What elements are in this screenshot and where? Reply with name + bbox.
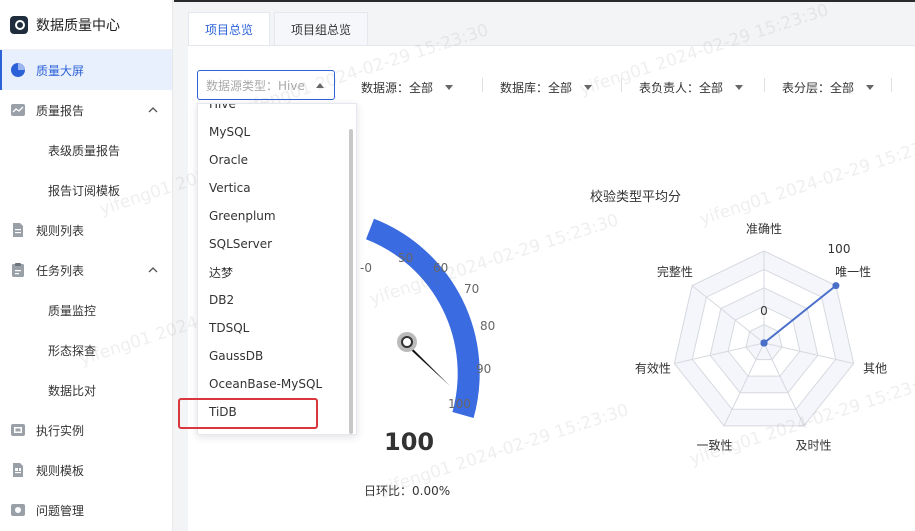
dropdown-option[interactable]: GaussDB — [198, 342, 356, 370]
radar-axis-label: 准确性 — [746, 222, 782, 236]
dropdown-option[interactable]: Vertica — [198, 174, 356, 202]
radar-chart: 准确性唯一性其他及时性 一致性 有效性 完整性 0 100 — [635, 222, 887, 453]
sidebar-item-quality-monitor[interactable]: 质量监控 — [0, 290, 172, 330]
caret-down-icon — [445, 85, 454, 90]
datasource-type-value: 数据源类型：Hive — [206, 78, 305, 93]
gauge-hub — [401, 336, 413, 348]
sidebar-item-label: 质量监控 — [48, 303, 97, 318]
filter-divider — [621, 78, 622, 92]
sidebar-item-label: 执行实例 — [36, 423, 85, 438]
gauge-tick-label: 50 — [398, 251, 413, 265]
chevron-up-icon — [148, 264, 158, 278]
document-icon — [10, 222, 26, 238]
report-icon — [10, 102, 26, 118]
gauge-value: 100 — [384, 428, 435, 456]
dropdown-option[interactable]: TDSQL — [198, 314, 356, 342]
gauge-tick-label: 80 — [480, 319, 495, 333]
radar-axis-label: 一致性 — [697, 439, 733, 453]
gauge-arc — [365, 218, 480, 418]
dropdown-option[interactable]: Greenplum — [198, 202, 356, 230]
gauge-tick-label: 100 — [448, 397, 471, 411]
tab-project-overview[interactable]: 项目总览 — [188, 12, 271, 46]
radar-title: 校验类型平均分 — [590, 190, 682, 205]
dropdown-option[interactable]: 达梦 — [198, 258, 356, 286]
radar-point — [760, 339, 768, 347]
dropdown-option[interactable]: OceanBase-MySQL — [198, 370, 356, 398]
dropdown-option[interactable]: DB2 — [198, 286, 356, 314]
radar-axis-label: 及时性 — [795, 439, 831, 453]
gauge-tick-label: 70 — [464, 282, 479, 296]
sidebar-item-issue-management[interactable]: 问题管理 — [0, 490, 172, 530]
layer-filter-label: 表分层：全部 — [782, 81, 855, 95]
datasource-type-select[interactable]: 数据源类型：Hive — [197, 70, 335, 100]
sidebar-item-task-list[interactable]: 任务列表 — [0, 250, 172, 290]
radar-point — [832, 282, 840, 290]
sidebar-item-label: 任务列表 — [36, 263, 85, 278]
dropdown-option-hive[interactable]: Hive — [198, 104, 356, 118]
pie-chart-icon — [10, 62, 26, 78]
radar-axis-label: 唯一性 — [835, 265, 871, 279]
caret-down-icon — [866, 85, 875, 90]
sidebar-item-label: 规则模板 — [36, 463, 85, 478]
top-bar — [174, 0, 915, 2]
gauge-tick-label: 90 — [476, 362, 491, 376]
sidebar-item-data-compare[interactable]: 数据比对 — [0, 370, 172, 410]
sidebar-item-label: 报告订阅模板 — [48, 183, 121, 198]
dropdown-option[interactable]: Oracle — [198, 146, 356, 174]
sidebar-item-label: 问题管理 — [36, 503, 85, 518]
sidebar-item-label: 数据比对 — [48, 383, 97, 398]
sidebar-item-label: 质量报告 — [36, 103, 85, 118]
radar-axis-label: 有效性 — [635, 360, 671, 375]
instance-icon — [10, 422, 26, 438]
clipboard-icon — [10, 262, 26, 278]
sidebar-item-report-subscription[interactable]: 报告订阅模板 — [0, 170, 172, 210]
tidb-highlight-box — [178, 398, 318, 429]
dropdown-option[interactable]: MySQL — [198, 118, 356, 146]
layer-filter[interactable]: 表分层：全部 — [782, 79, 875, 96]
sidebar-item-rule-list[interactable]: 规则列表 — [0, 210, 172, 250]
sidebar-item-label: 形态探查 — [48, 343, 97, 358]
tab-bar: 项目总览 项目组总览 — [188, 12, 372, 46]
sidebar-item-table-quality-report[interactable]: 表级质量报告 — [0, 130, 172, 170]
database-filter[interactable]: 数据库：全部 — [500, 79, 593, 96]
daily-change: 日环比：0.00% — [364, 484, 451, 498]
radar-axis-label: 完整性 — [657, 264, 693, 279]
sidebar-item-label: 质量大屏 — [36, 63, 85, 78]
radar-axis-label: 其他 — [863, 361, 887, 375]
issue-icon — [10, 502, 26, 518]
template-icon — [10, 462, 26, 478]
caret-down-icon — [584, 85, 593, 90]
sidebar-item-label: 表级质量报告 — [48, 143, 121, 158]
brand: 数据质量中心 — [0, 0, 172, 50]
chevron-up-icon — [148, 104, 158, 118]
tab-project-group-overview[interactable]: 项目组总览 — [274, 12, 369, 46]
dropdown-scrollbar[interactable] — [349, 129, 353, 434]
owner-filter-label: 表负责人：全部 — [639, 81, 724, 95]
sidebar-item-profile-explore[interactable]: 形态探查 — [0, 330, 172, 370]
filter-divider — [482, 78, 483, 92]
caret-up-icon — [316, 83, 324, 88]
datasource-filter[interactable]: 数据源：全部 — [361, 79, 454, 96]
gauge-tick-label: 60 — [433, 261, 448, 275]
sidebar-item-quality-report[interactable]: 质量报告 — [0, 90, 172, 130]
datasource-filter-label: 数据源：全部 — [361, 81, 434, 95]
dropdown-option[interactable]: SQLServer — [198, 230, 356, 258]
app-title: 数据质量中心 — [36, 17, 120, 34]
app-logo-icon — [10, 15, 28, 34]
radar-grid — [673, 250, 855, 427]
radar-scale-max: 100 — [828, 242, 851, 256]
sidebar: 数据质量中心 质量大屏 质量报告 表级质量报告 报告订阅模板 规则列表 任务列表 — [0, 0, 173, 531]
sidebar-item-rule-template[interactable]: 规则模板 — [0, 450, 172, 490]
datasource-type-dropdown: Hive MySQL Oracle Vertica Greenplum SQLS… — [197, 103, 357, 435]
filter-divider — [764, 78, 765, 92]
sidebar-item-quality-dashboard[interactable]: 质量大屏 — [0, 50, 172, 90]
database-filter-label: 数据库：全部 — [500, 81, 573, 95]
gauge-tick-label: -0 — [360, 261, 372, 275]
sidebar-item-execution-instance[interactable]: 执行实例 — [0, 410, 172, 450]
caret-down-icon — [735, 85, 744, 90]
radar-scale-min: 0 — [760, 304, 768, 318]
filter-divider — [891, 78, 892, 92]
owner-filter[interactable]: 表负责人：全部 — [639, 79, 744, 96]
sidebar-item-label: 规则列表 — [36, 223, 85, 238]
